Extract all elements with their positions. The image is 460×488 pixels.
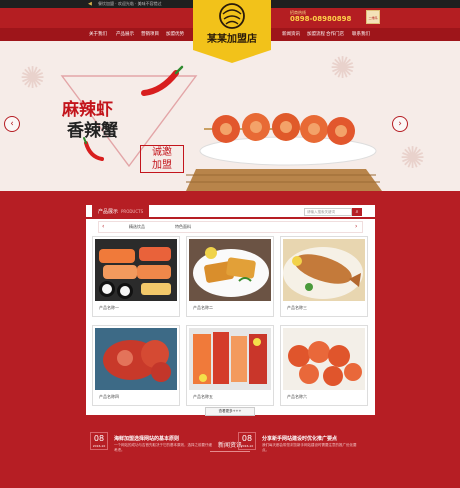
- shrimp-deco-icon: ✺: [400, 141, 426, 176]
- news-section-title: 新闻资讯: [217, 442, 242, 449]
- chili-icon: [141, 65, 184, 96]
- news-date: 08 2016-10: [238, 432, 256, 450]
- product-card[interactable]: 产品名称四: [92, 325, 180, 406]
- carousel-prev-button[interactable]: ‹: [4, 116, 20, 132]
- site-logo[interactable]: 某某加盟店: [193, 0, 271, 63]
- product-image: [283, 328, 365, 390]
- carousel-next-button[interactable]: ›: [392, 116, 408, 132]
- nav-item-stores[interactable]: 合作门店: [326, 28, 344, 41]
- nav-item-process[interactable]: 加盟流程: [307, 28, 325, 41]
- qr-code: 二维码: [366, 10, 380, 24]
- category-next-icon[interactable]: ›: [355, 222, 357, 232]
- category-bar: ‹ 精选饮品 特色面料 ›: [98, 221, 363, 233]
- nav-item-news[interactable]: 新闻资讯: [282, 28, 300, 41]
- product-panel: 产品展示 PRODUCTS 请输入搜索关键词 ⌕ ‹ 精选饮品 特色面料 › 产品…: [86, 205, 375, 416]
- nav-item-products[interactable]: 产品展示: [116, 28, 134, 41]
- panel-header: 产品展示 PRODUCTS 请输入搜索关键词 ⌕: [86, 205, 375, 219]
- section-title: 产品展示 PRODUCTS: [92, 205, 150, 219]
- product-image: [283, 239, 365, 301]
- hero-banner: ✺ ✺ ✺ 麻辣虾 香辣蟹 诚邀 加盟 ‹ ›: [0, 41, 460, 191]
- stamp-text-1: 诚邀: [152, 147, 172, 158]
- product-image: [189, 239, 271, 301]
- news-date: 08 2016-10: [90, 432, 108, 450]
- category-tab[interactable]: 精选饮品: [129, 222, 145, 232]
- product-card[interactable]: 产品名称三: [280, 236, 368, 317]
- news-item[interactable]: 08 2016-10 海鲜加盟选择网站的基本原则 一个网站的成功与否首先取决于它…: [90, 432, 215, 472]
- shrimp-deco-icon: ✺: [20, 61, 46, 96]
- news-summary: 我们每天都会带您浏览新手网站建设时需要注意的推广优化要点。: [262, 443, 357, 452]
- nav-item-advantage[interactable]: 加盟优势: [166, 28, 184, 41]
- banner-headline-2: 香辣蟹: [67, 121, 118, 141]
- shrimp-dish-image: [186, 113, 382, 191]
- product-card[interactable]: 产品名称二: [186, 236, 274, 317]
- view-more-button[interactable]: 查看更多+++: [205, 407, 255, 416]
- nav-item-projects[interactable]: 营销项目: [141, 28, 159, 41]
- shrimp-deco-icon: ✺: [330, 51, 356, 86]
- search-input[interactable]: 请输入搜索关键词: [304, 208, 352, 216]
- product-card[interactable]: 产品名称六: [280, 325, 368, 406]
- news-item[interactable]: 08 2016-10 分享新手网站建设时优化推广要点 我们每天都会带您浏览新手网…: [238, 432, 363, 472]
- top-bar-text: 餐饮加盟 · 欢迎光临 · 美味不容错过: [98, 1, 162, 6]
- product-name: 产品名称三: [287, 305, 307, 310]
- franchise-stamp: 诚邀 加盟: [140, 145, 184, 173]
- hotline: 招商热线 0898-08980898: [290, 10, 351, 23]
- product-name: 产品名称四: [99, 394, 119, 399]
- news-summary: 一个网站的成功与否首先取决于它的基本原则，选择之前要仔细考虑。: [114, 443, 212, 452]
- news-day: 08: [241, 434, 253, 443]
- news-title[interactable]: 分享新手网站建设时优化推广要点: [262, 435, 337, 442]
- category-tab[interactable]: 特色面料: [175, 222, 191, 232]
- speaker-icon: ◀: [88, 1, 92, 7]
- category-prev-icon[interactable]: ‹: [102, 222, 104, 232]
- product-name: 产品名称六: [287, 394, 307, 399]
- brand-name: 某某加盟店: [207, 34, 257, 45]
- section-subtitle: PRODUCTS: [121, 209, 144, 214]
- section-title-text: 产品展示: [98, 209, 119, 215]
- search-button[interactable]: ⌕: [352, 208, 362, 216]
- product-name: 产品名称五: [193, 394, 213, 399]
- nav-item-about[interactable]: 关于我们: [89, 28, 107, 41]
- product-name: 产品名称一: [99, 305, 119, 310]
- news-title[interactable]: 海鲜加盟选择网站的基本原则: [114, 435, 179, 442]
- product-image: [189, 328, 271, 390]
- product-image: [95, 328, 177, 390]
- news-day: 08: [93, 434, 105, 443]
- news-year: 2016-10: [92, 444, 106, 448]
- nav-item-contact[interactable]: 联系我们: [352, 28, 370, 41]
- product-card[interactable]: 产品名称五: [186, 325, 274, 406]
- news-year: 2016-10: [240, 444, 254, 448]
- hotline-number: 0898-08980898: [290, 15, 352, 23]
- product-name: 产品名称二: [193, 305, 213, 310]
- stamp-text-2: 加盟: [152, 160, 172, 171]
- product-card[interactable]: 产品名称一: [92, 236, 180, 317]
- product-image: [95, 239, 177, 301]
